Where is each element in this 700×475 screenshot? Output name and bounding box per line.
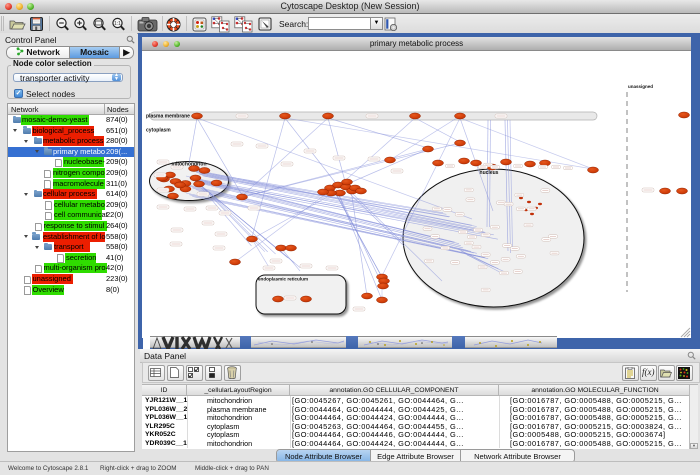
svg-text:unassigned: unassigned [628, 84, 653, 89]
svg-text:plasma membrane: plasma membrane [146, 114, 190, 120]
svg-text:1:1: 1:1 [114, 21, 121, 27]
svg-text:nucleus: nucleus [480, 170, 499, 176]
svg-text:mitochondrion: mitochondrion [172, 162, 207, 168]
svg-text:endoplasmic reticulum: endoplasmic reticulum [258, 277, 308, 282]
svg-text:cytoplasm: cytoplasm [146, 128, 171, 134]
